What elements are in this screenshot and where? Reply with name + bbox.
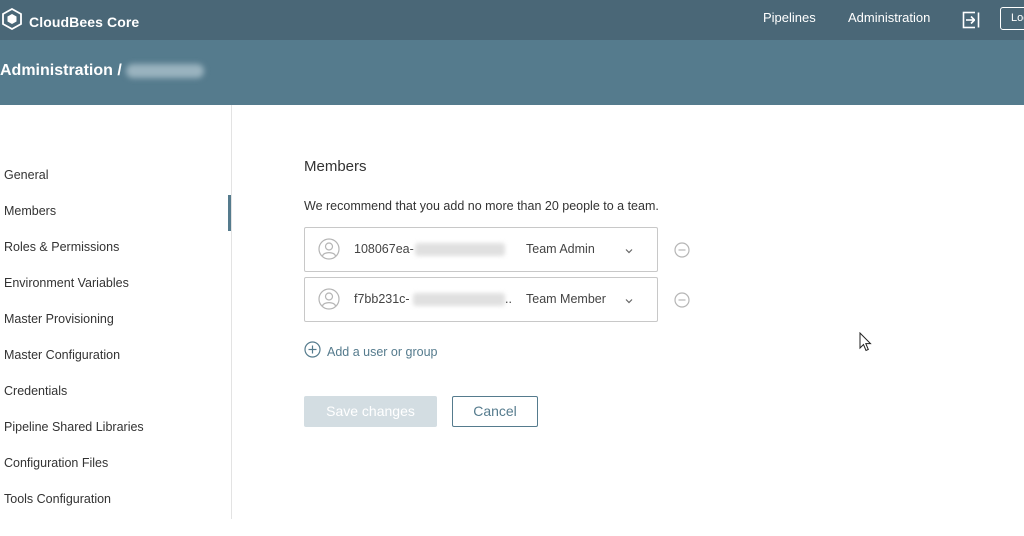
nav-pipelines-link[interactable]: Pipelines <box>763 10 816 25</box>
member-id: 108067ea- <box>354 242 414 256</box>
member-role-select[interactable]: Team Member <box>526 292 606 306</box>
user-avatar-icon <box>318 288 340 310</box>
breadcrumb-team-name-redacted <box>125 64 204 78</box>
remove-member-icon[interactable] <box>674 292 690 308</box>
user-avatar-icon <box>318 238 340 260</box>
section-description: We recommend that you add no more than 2… <box>304 199 659 213</box>
add-user-or-group-label: Add a user or group <box>327 345 438 359</box>
sidebar-item-master-configuration[interactable]: Master Configuration <box>4 348 120 362</box>
breadcrumb-administration[interactable]: Administration / <box>0 62 122 80</box>
sign-out-icon[interactable] <box>962 11 980 29</box>
sidebar-item-environment-variables[interactable]: Environment Variables <box>4 276 129 290</box>
add-user-or-group-button[interactable]: Add a user or group <box>304 341 438 363</box>
plus-circle-icon <box>304 341 321 363</box>
remove-member-icon[interactable] <box>674 242 690 258</box>
save-changes-button[interactable]: Save changes <box>304 396 437 427</box>
sidebar-item-pipeline-shared-libraries[interactable]: Pipeline Shared Libraries <box>4 420 144 434</box>
cloudbees-logo-icon <box>2 7 22 35</box>
login-button[interactable]: Log <box>1000 7 1024 30</box>
nav-administration-link[interactable]: Administration <box>848 10 930 25</box>
chevron-down-icon[interactable] <box>623 294 635 306</box>
brand-name: CloudBees Core <box>29 13 140 30</box>
breadcrumb: Administration / <box>0 62 204 80</box>
member-role-select[interactable]: Team Admin <box>526 242 595 256</box>
sidebar-item-roles-permissions[interactable]: Roles & Permissions <box>4 240 119 254</box>
section-title: Members <box>304 158 367 175</box>
sidebar-item-general[interactable]: General <box>4 168 48 182</box>
sidebar-item-credentials[interactable]: Credentials <box>4 384 67 398</box>
sidebar-item-master-provisioning[interactable]: Master Provisioning <box>4 312 114 326</box>
sidebar-active-indicator <box>228 195 231 231</box>
brand[interactable]: CloudBees Core <box>2 7 140 35</box>
member-id-redacted <box>413 293 505 306</box>
sidebar-item-tools-configuration[interactable]: Tools Configuration <box>4 492 111 506</box>
cancel-button[interactable]: Cancel <box>452 396 538 427</box>
member-id-truncation: .. <box>505 292 512 306</box>
member-row: 108067ea- Team Admin <box>304 227 658 272</box>
member-id: f7bb231c- <box>354 292 410 306</box>
top-navigation-bar: CloudBees Core Pipelines Administration … <box>0 0 1024 40</box>
chevron-down-icon[interactable] <box>623 244 635 256</box>
sidebar-item-configuration-files[interactable]: Configuration Files <box>4 456 108 470</box>
settings-sidebar: General Members Roles & Permissions Envi… <box>0 105 232 519</box>
member-row: f7bb231c- .. Team Member <box>304 277 658 322</box>
page-header: Administration / <box>0 40 1024 105</box>
sidebar-item-members[interactable]: Members <box>4 204 56 218</box>
member-id-redacted <box>415 243 505 256</box>
mouse-pointer-icon <box>859 331 873 352</box>
